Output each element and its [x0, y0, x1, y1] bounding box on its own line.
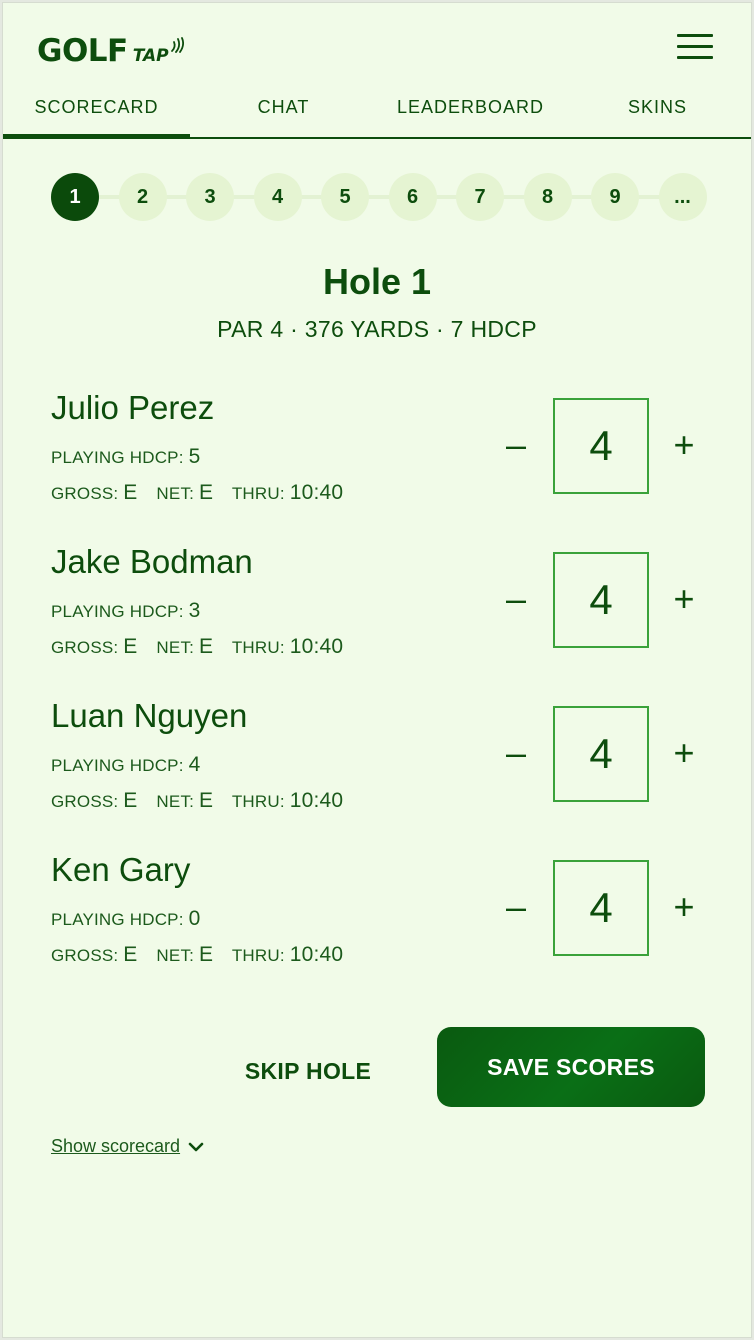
save-scores-button[interactable]: SAVE SCORES [437, 1027, 705, 1107]
hole-button-1[interactable]: 1 [51, 173, 99, 221]
playing-hdcp-label: PLAYING HDCP: [51, 756, 184, 775]
tab-bar: SCORECARD CHAT LEADERBOARD SKINS [3, 88, 751, 139]
decrement-score-button[interactable]: – [501, 427, 531, 463]
menu-bar [677, 34, 713, 37]
thru-label: THRU: [231, 638, 285, 657]
score-box[interactable]: 4 [553, 398, 649, 494]
show-scorecard-link[interactable]: Show scorecard [51, 1136, 204, 1157]
player-hdcp-line: PLAYING HDCP: 4 [51, 753, 200, 777]
thru-value: 10:40 [289, 481, 344, 504]
hole-title: Hole 1 [322, 261, 432, 302]
logo-tap-text: TAP [132, 46, 169, 66]
score-box[interactable]: 4 [553, 860, 649, 956]
player-hdcp-line: PLAYING HDCP: 0 [51, 907, 200, 931]
hole-meta: PAR 4 · 376 YARDS · 7 HDCP [217, 316, 537, 342]
hole-button-5[interactable]: 5 [321, 173, 369, 221]
increment-score-button[interactable]: + [669, 889, 699, 925]
wireless-waves-icon [170, 37, 184, 53]
menu-bar [677, 45, 713, 48]
player-stats-line: GROSS: E NET: E THRU: 10:40 [51, 481, 343, 505]
thru-value: 10:40 [289, 943, 344, 966]
hole-selector: 1 2 3 4 5 6 7 8 9 ... [51, 173, 711, 221]
golftap-logo[interactable]: GOLF TAP [37, 29, 184, 67]
score-box[interactable]: 4 [553, 706, 649, 802]
gross-value: E [123, 635, 138, 658]
playing-hdcp-value: 4 [188, 753, 201, 776]
thru-label: THRU: [231, 484, 285, 503]
playing-hdcp-value: 3 [188, 599, 201, 622]
playing-hdcp-label: PLAYING HDCP: [51, 602, 184, 621]
hamburger-menu-icon[interactable] [677, 34, 713, 60]
hole-button-9[interactable]: 9 [591, 173, 639, 221]
save-scores-label: SAVE SCORES [487, 1053, 655, 1080]
gross-label: GROSS: [51, 484, 119, 503]
playing-hdcp-value: 5 [188, 445, 201, 468]
player-name: Ken Gary [51, 851, 191, 888]
tab-chat[interactable]: CHAT [190, 88, 377, 137]
tab-leaderboard[interactable]: LEADERBOARD [377, 88, 564, 137]
playing-hdcp-label: PLAYING HDCP: [51, 910, 184, 929]
decrement-score-button[interactable]: – [501, 581, 531, 617]
net-value: E [199, 481, 214, 504]
app-frame: GOLF TAP SCORECARD CHAT LEADERBOARD SKIN… [2, 2, 752, 1338]
hole-button-7[interactable]: 7 [456, 173, 504, 221]
hole-button-2[interactable]: 2 [118, 173, 167, 221]
net-label: NET: [156, 484, 195, 503]
player-hdcp-line: PLAYING HDCP: 5 [51, 445, 200, 469]
hole-button-3[interactable]: 3 [186, 173, 234, 221]
net-value: E [199, 789, 214, 812]
skip-hole-button[interactable]: SKIP HOLE [231, 1051, 385, 1091]
hole-button-8[interactable]: 8 [523, 173, 572, 221]
net-label: NET: [156, 792, 195, 811]
thru-label: THRU: [231, 792, 285, 811]
gross-value: E [123, 943, 138, 966]
player-stats-line: GROSS: E NET: E THRU: 10:40 [51, 789, 343, 813]
net-value: E [199, 943, 214, 966]
thru-value: 10:40 [289, 789, 344, 812]
player-row: Julio Perez PLAYING HDCP: 5 GROSS: E NET… [3, 389, 751, 529]
playing-hdcp-value: 0 [188, 907, 201, 930]
player-row: Luan Nguyen PLAYING HDCP: 4 GROSS: E NET… [3, 697, 751, 837]
hole-button-6[interactable]: 6 [388, 173, 437, 221]
gross-label: GROSS: [51, 792, 119, 811]
net-value: E [199, 635, 214, 658]
show-scorecard-label: Show scorecard [51, 1136, 181, 1156]
decrement-score-button[interactable]: – [501, 889, 531, 925]
player-name: Luan Nguyen [51, 697, 248, 734]
player-stats-line: GROSS: E NET: E THRU: 10:40 [51, 635, 343, 659]
player-name: Jake Bodman [51, 543, 253, 580]
decrement-score-button[interactable]: – [501, 735, 531, 771]
menu-bar [677, 56, 713, 59]
increment-score-button[interactable]: + [669, 581, 699, 617]
playing-hdcp-label: PLAYING HDCP: [51, 448, 184, 467]
tab-scorecard[interactable]: SCORECARD [3, 88, 190, 139]
hole-button-4[interactable]: 4 [253, 173, 302, 221]
player-row: Ken Gary PLAYING HDCP: 0 GROSS: E NET: E… [3, 851, 751, 991]
player-name: Julio Perez [51, 389, 215, 426]
tab-skins[interactable]: SKINS [564, 88, 751, 137]
player-row: Jake Bodman PLAYING HDCP: 3 GROSS: E NET… [3, 543, 751, 683]
increment-score-button[interactable]: + [669, 735, 699, 771]
thru-value: 10:40 [289, 635, 344, 658]
increment-score-button[interactable]: + [669, 427, 699, 463]
gross-label: GROSS: [51, 638, 119, 657]
header: GOLF TAP [3, 3, 751, 78]
score-box[interactable]: 4 [553, 552, 649, 648]
gross-value: E [123, 789, 138, 812]
thru-label: THRU: [231, 946, 285, 965]
logo-golf-text: GOLF [37, 33, 128, 69]
more-holes-button[interactable]: ... [658, 173, 707, 221]
gross-label: GROSS: [51, 946, 119, 965]
chevron-down-icon [188, 1142, 204, 1151]
net-label: NET: [156, 946, 195, 965]
player-stats-line: GROSS: E NET: E THRU: 10:40 [51, 943, 343, 967]
gross-value: E [123, 481, 138, 504]
net-label: NET: [156, 638, 195, 657]
player-hdcp-line: PLAYING HDCP: 3 [51, 599, 200, 623]
